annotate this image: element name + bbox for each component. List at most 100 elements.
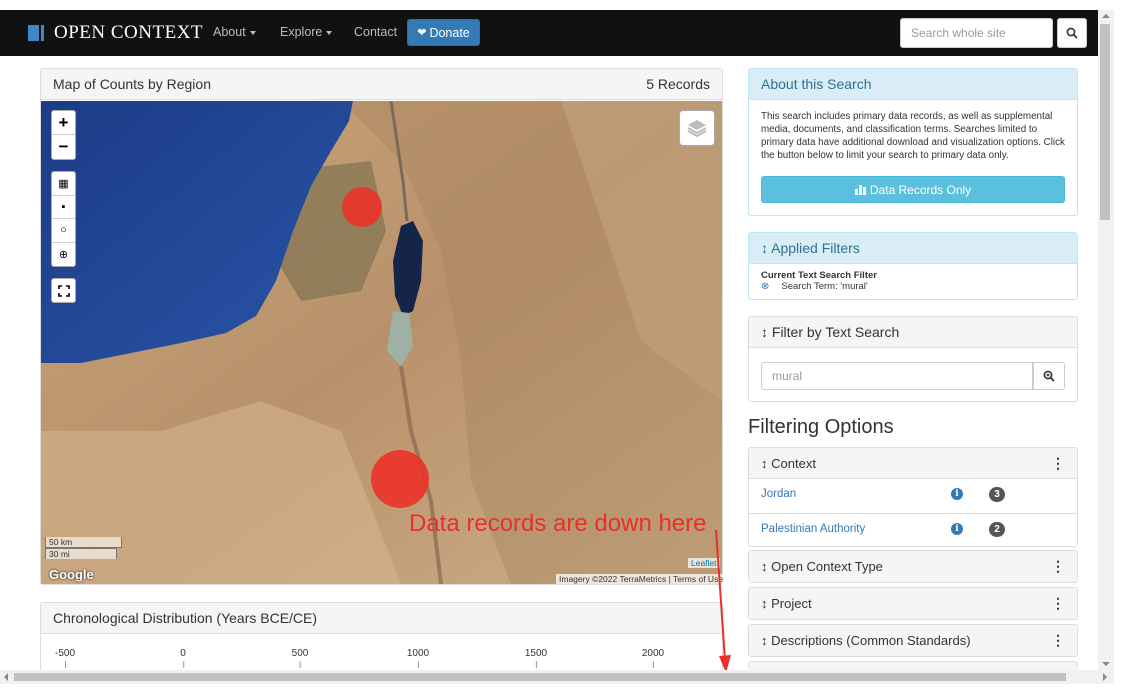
axis-tick-label: 0 (180, 648, 186, 668)
record-count: 5 Records (646, 76, 710, 92)
data-records-only-button[interactable]: Data Records Only (761, 176, 1065, 203)
scale-mi: 30 mi (45, 548, 117, 559)
more-options-icon[interactable]: ⋮ (1051, 632, 1065, 649)
zoom-out-button[interactable]: − (52, 135, 75, 159)
vertical-scroll-thumb[interactable] (1100, 24, 1110, 220)
chevron-down-icon (249, 30, 256, 35)
facet-link-palestinian-authority[interactable]: Palestinian Authority (761, 523, 865, 535)
more-options-icon[interactable]: ⋮ (1051, 455, 1065, 472)
chrono-axis: -500 0 500 1000 1500 2000 (41, 648, 722, 668)
site-search-input[interactable]: Search whole site (900, 18, 1053, 48)
heart-icon: ❤ (417, 27, 427, 39)
applied-filters-panel: ↕ Applied Filters Current Text Search Fi… (748, 232, 1078, 300)
info-icon[interactable]: i (951, 523, 963, 535)
nav-explore[interactable]: Explore (280, 25, 333, 39)
google-logo: Google (49, 567, 94, 582)
search-term-text: Search Term: 'mural' (781, 281, 868, 292)
facet-link-jordan[interactable]: Jordan (761, 488, 796, 500)
remove-filter-icon[interactable]: ⊗ (761, 281, 769, 292)
map-panel-title: Map of Counts by Region (53, 76, 211, 92)
axis-tick-label: 500 (291, 648, 309, 668)
applied-filters-title: Applied Filters (771, 240, 860, 256)
donate-label: Donate (429, 25, 470, 40)
facet-open-context-type-heading: ↕ Open Context Type ⋮ (749, 551, 1077, 582)
about-panel-heading: About this Search (749, 69, 1077, 100)
facet-descriptions-heading-content: ↕ Descriptions (Common Standards) (761, 633, 971, 648)
donate-button[interactable]: ❤ Donate (407, 19, 480, 46)
text-search-button[interactable] (1033, 362, 1065, 390)
sort-arrows-icon: ↕ (761, 633, 768, 648)
more-options-icon[interactable]: ⋮ (1051, 558, 1065, 575)
map-panel-heading: Map of Counts by Region 5 Records (41, 69, 722, 100)
axis-tick-label: 1000 (406, 648, 430, 668)
facet-title: Open Context Type (771, 559, 883, 574)
nav-contact[interactable]: Contact (354, 25, 397, 39)
scroll-left-icon[interactable] (4, 673, 8, 681)
text-search-title: Filter by Text Search (771, 324, 900, 340)
horizontal-scrollbar[interactable] (0, 670, 1114, 684)
fullscreen-button[interactable] (51, 278, 76, 303)
imagery-credit: Imagery ©2022 TerraMetrics (559, 574, 667, 584)
about-panel-title: About this Search (761, 76, 872, 92)
sort-arrows-icon: ↕ (761, 240, 768, 256)
filtering-options-title: Filtering Options (748, 416, 894, 438)
chevron-down-icon (326, 30, 333, 35)
zoom-in-button[interactable]: + (52, 111, 75, 135)
crosshair-icon[interactable]: ⊕ (52, 243, 75, 267)
data-records-only-label: Data Records Only (869, 182, 972, 197)
fullscreen-icon (57, 284, 70, 297)
top-strip (0, 0, 1122, 10)
count-badge: 3 (989, 487, 1005, 502)
brand-logo-icon (28, 25, 44, 41)
scroll-up-icon[interactable] (1102, 14, 1110, 18)
sort-arrows-icon: ↕ (761, 559, 768, 574)
zoom-search-icon (1043, 370, 1055, 382)
count-badge: 2 (989, 522, 1005, 537)
facet-open-context-type[interactable]: ↕ Open Context Type ⋮ (748, 550, 1078, 583)
text-search-heading-content: ↕ Filter by Text Search (761, 324, 899, 340)
facet-project-heading-content: ↕ Project (761, 596, 812, 611)
applied-filters-heading[interactable]: ↕ Applied Filters (749, 233, 1077, 264)
axis-tick-label: 1500 (524, 648, 548, 668)
horizontal-scroll-thumb[interactable] (14, 673, 1066, 681)
facet-descriptions-heading: ↕ Descriptions (Common Standards) ⋮ (749, 625, 1077, 656)
bar-chart-icon (854, 185, 866, 195)
brand-text: OPEN CONTEXT (54, 22, 204, 43)
more-options-icon[interactable]: ⋮ (1051, 595, 1065, 612)
region-marker[interactable] (371, 450, 429, 508)
grid-large-icon[interactable]: ▪ (52, 196, 75, 219)
grid-small-icon[interactable]: ▦ (52, 172, 75, 196)
region-marker[interactable] (342, 187, 382, 227)
facet-row: Jordan i 3 (749, 479, 1078, 512)
layers-button[interactable] (679, 110, 715, 146)
brand[interactable]: OPEN CONTEXT (28, 22, 203, 44)
info-icon[interactable]: i (951, 488, 963, 500)
sort-arrows-icon: ↕ (761, 455, 768, 471)
facet-open-context-type-heading-content: ↕ Open Context Type (761, 559, 883, 574)
nav-contact-label: Contact (354, 25, 398, 39)
zoom-control: + − (51, 110, 76, 160)
axis-tick-label: 2000 (641, 648, 665, 668)
facet-descriptions[interactable]: ↕ Descriptions (Common Standards) ⋮ (748, 624, 1078, 657)
current-filter-label: Current Text Search Filter (761, 270, 877, 281)
layers-icon (687, 120, 707, 138)
applied-filters-heading-content: ↕ Applied Filters (761, 240, 860, 256)
circle-icon[interactable]: ○ (52, 219, 75, 243)
context-facet-panel: ↕ Context ⋮ Jordan i 3 Palestinian Autho… (748, 447, 1078, 547)
text-search-input[interactable]: mural (761, 362, 1033, 390)
site-search-button[interactable] (1057, 18, 1087, 48)
about-panel: About this Search This search includes p… (748, 68, 1078, 216)
context-facet-heading[interactable]: ↕ Context ⋮ (749, 448, 1077, 479)
bottom-strip (0, 684, 1122, 694)
nav-about[interactable]: About (213, 25, 256, 39)
vertical-scrollbar[interactable] (1098, 10, 1114, 670)
facet-project[interactable]: ↕ Project ⋮ (748, 587, 1078, 620)
map-tools: ▦ ▪ ○ ⊕ (51, 171, 76, 267)
scroll-right-icon[interactable] (1103, 673, 1107, 681)
context-facet-title: Context (771, 455, 816, 471)
facet-next-partial (748, 661, 1078, 670)
facet-title: Descriptions (Common Standards) (771, 633, 971, 648)
scroll-down-icon[interactable] (1102, 662, 1110, 666)
about-description: This search includes primary data record… (761, 111, 1065, 161)
text-search-heading[interactable]: ↕ Filter by Text Search (749, 317, 1077, 348)
